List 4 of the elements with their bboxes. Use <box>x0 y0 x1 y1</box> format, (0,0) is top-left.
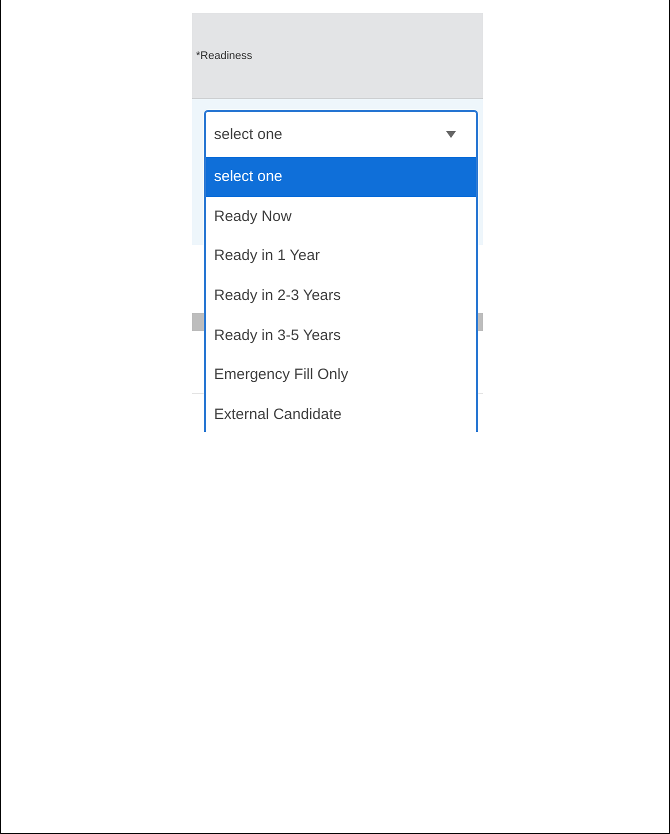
caret-icon <box>446 131 456 138</box>
field-label: *Readiness <box>196 50 252 62</box>
readiness-dropdown[interactable]: select one <box>204 110 478 157</box>
dropdown-option[interactable]: select one <box>206 157 476 197</box>
